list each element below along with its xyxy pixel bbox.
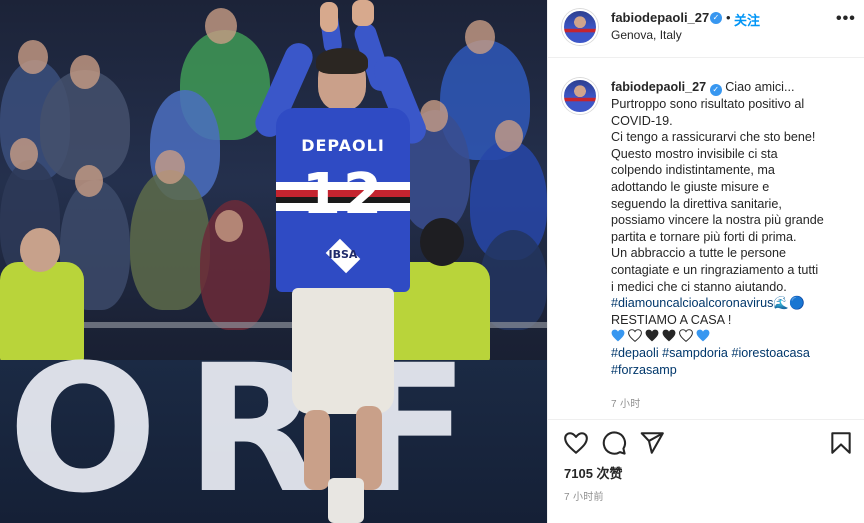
hashtag-link[interactable]: #sampdoria (662, 346, 728, 360)
blue-heart-icon (611, 329, 625, 342)
caption-line: i medici che ci stanno aiutando. (611, 279, 787, 294)
post-actions (548, 420, 864, 468)
verified-badge-icon: ✓ (709, 84, 722, 96)
caption-line: seguendo la direttiva sanitarie, (611, 196, 782, 211)
caption-line: Ciao amici... (725, 80, 795, 94)
post-sidebar: fabiodepaoli_27 ✓ • 关注 Genova, Italy •••… (547, 0, 864, 523)
caption-line: adottando le giuste misure e (611, 179, 770, 194)
caption-line: Purtroppo sono risultato positivo al (611, 97, 805, 111)
heart-icon[interactable] (563, 430, 589, 456)
steward-left-head (20, 228, 60, 272)
likes-count[interactable]: 7105 次赞 (564, 463, 623, 482)
caption-line: Questo mostro invisibile ci sta (611, 146, 778, 161)
caption-line: Un abbraccio a tutte le persone (611, 246, 787, 261)
hashtag-link[interactable]: #depaoli (611, 346, 659, 360)
stay-home-text: RESTIAMO A CASA ! (611, 312, 732, 327)
follow-button[interactable]: 关注 (734, 10, 760, 29)
caption-line: Ci tengo a rassicurarvi che sto bene! (611, 130, 816, 145)
hashtag-link[interactable]: #forzasamp (611, 363, 677, 377)
white-heart-icon (628, 329, 642, 343)
blue-heart-icon (696, 329, 710, 342)
player-shorts (292, 288, 394, 414)
player-jersey: DEPAOLI 12 IBSA (276, 108, 410, 292)
hearts-row (611, 328, 849, 345)
share-icon[interactable] (639, 430, 665, 456)
more-options-icon[interactable]: ••• (836, 10, 856, 28)
caption-line: colpendo indistintamente, ma (611, 163, 775, 178)
black-heart-icon (645, 329, 659, 342)
caption-line: contagiate e un ringraziamento a tutti (611, 262, 819, 277)
avatar[interactable] (562, 9, 598, 45)
jersey-name: DEPAOLI (301, 136, 385, 155)
hashtag-link[interactable]: #diamouncalcioalcoronavirus (611, 296, 773, 310)
caption-line: possiamo vincere la nostra più grande (611, 213, 824, 228)
white-heart-icon (679, 329, 693, 343)
comments-area[interactable]: fabiodepaoli_27 ✓ Ciao amici... Purtropp… (548, 58, 864, 420)
caption-line: COVID-19. (611, 113, 673, 128)
post-header: fabiodepaoli_27 ✓ • 关注 Genova, Italy ••• (548, 0, 864, 58)
caption-username[interactable]: fabiodepaoli_27 (611, 80, 706, 94)
post-photo[interactable]: ORF T R DEPAOLI 12 IBSA (0, 0, 547, 523)
comment-icon[interactable] (601, 430, 627, 456)
jersey-number: 12 (302, 162, 384, 227)
caption-avatar[interactable] (562, 78, 598, 114)
caption-line: partita e tornare più forti di prima. (611, 229, 797, 244)
player-figure: DEPAOLI 12 IBSA (250, 0, 440, 523)
black-heart-icon (662, 329, 676, 342)
header-username[interactable]: fabiodepaoli_27 (611, 10, 709, 25)
post-caption: fabiodepaoli_27 ✓ Ciao amici... Purtropp… (611, 79, 849, 378)
verified-badge-icon: ✓ (710, 12, 722, 24)
sponsor-text: IBSA (328, 248, 358, 261)
hashtag-link[interactable]: #iorestoacasa (731, 346, 809, 360)
post-timestamp: 7 小时前 (564, 492, 604, 503)
location-link[interactable]: Genova, Italy (611, 28, 682, 42)
bookmark-icon[interactable] (828, 430, 854, 456)
caption-timestamp: 7 小时 (611, 399, 641, 410)
wave-emoji-icon: 🌊🔵 (773, 296, 805, 311)
header-separator: • (726, 10, 731, 25)
